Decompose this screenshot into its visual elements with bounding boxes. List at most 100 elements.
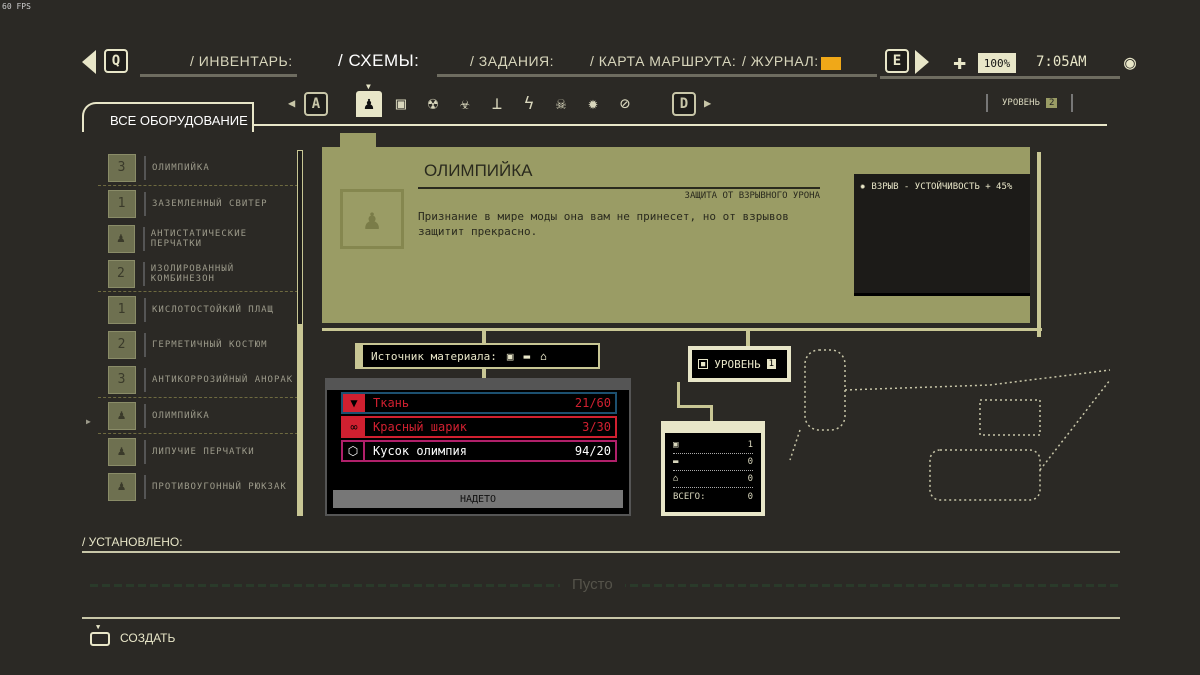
level-indicator: УРОВЕНЬ 2 xyxy=(986,94,1074,112)
explosion-icon[interactable]: ✹ xyxy=(580,91,606,117)
equipment-icon: 1 xyxy=(108,295,136,324)
upgrade-value: 1 xyxy=(766,359,776,369)
divider xyxy=(144,403,146,428)
material-row[interactable]: ▼ Ткань 21/60 xyxy=(341,392,617,414)
equipment-icon: 2 xyxy=(108,259,135,288)
key-indicator: ▼ xyxy=(96,623,101,631)
backpack-icon: ▣ xyxy=(506,349,514,363)
electric-icon[interactable]: ϟ xyxy=(516,91,542,117)
frame-line xyxy=(322,328,1042,331)
material-row[interactable]: ⬡ Кусок олимпия 94/20 xyxy=(341,440,617,462)
level-checkbox[interactable]: ■ xyxy=(698,359,709,369)
tier: 3 xyxy=(117,160,127,175)
tab-tasks[interactable]: / ЗАДАНИЯ: xyxy=(470,53,554,69)
scrollbar[interactable] xyxy=(297,150,303,516)
cloth-icon: ▼ xyxy=(343,394,365,412)
divider xyxy=(144,297,146,322)
item-description: Признание в мире моды она вам не принесе… xyxy=(418,210,789,238)
divider xyxy=(144,474,146,499)
balls-icon: ∞ xyxy=(343,418,365,436)
house-icon: ⌂ xyxy=(540,349,547,363)
prev-tab-key[interactable]: Q xyxy=(104,49,128,73)
material-count: 3/30 xyxy=(582,420,611,434)
car-icon: ▬ xyxy=(523,349,531,363)
total-value: 0 xyxy=(747,491,753,502)
list-item[interactable]: 1 ЗАЗЕМЛЕННЫЙ СВИТЕР xyxy=(98,186,298,221)
tab-route-map[interactable]: / КАРТА МАРШРУТА: xyxy=(590,53,736,69)
level-label: УРОВЕНЬ xyxy=(1002,98,1040,108)
stat-text: ВЗРЫВ - УСТОЙЧИВОСТЬ + 45% xyxy=(871,182,1013,192)
scrollbar-thumb[interactable] xyxy=(297,150,303,325)
backpack-icon: ▣ xyxy=(673,440,679,450)
list-item[interactable]: ♟ ПРОТИВОУГОННЫЙ РЮКЗАК xyxy=(98,469,298,504)
list-item-label: АНТИСТАТИЧЕСКИЕ ПЕРЧАТКИ xyxy=(150,228,248,249)
upgrade-label: УРОВЕНЬ xyxy=(714,357,761,371)
count-value: 0 xyxy=(747,457,753,467)
envelope-icon[interactable] xyxy=(821,57,841,70)
list-item-label: ЗАЗЕМЛЕННЫЙ СВИТЕР xyxy=(152,198,268,209)
prev-tab-arrow[interactable] xyxy=(82,50,96,74)
next-tab-key[interactable]: E xyxy=(885,49,909,73)
item-subtitle: ЗАЩИТА ОТ ВЗРЫВНОГО УРОНА xyxy=(684,191,820,201)
toxic-icon[interactable]: ☠ xyxy=(548,91,574,117)
tab-inventory[interactable]: / ИНВЕНТАРЬ: xyxy=(190,53,293,69)
equipped-bar: НАДЕТО xyxy=(333,490,623,508)
list-item[interactable]: 3 АНТИКОРРОЗИЙНЫЙ АНОРАК xyxy=(98,362,298,397)
list-item-label: ОЛИМПИЙКА xyxy=(152,162,210,173)
list-item[interactable]: ♟ АНТИСТАТИЧЕСКИЕ ПЕРЧАТКИ xyxy=(98,221,298,256)
fps-counter: 60 FPS xyxy=(2,2,31,11)
explosion-icon: ✹ xyxy=(860,182,866,192)
upgrade-level: ■ УРОВЕНЬ 1 xyxy=(688,346,791,382)
equipment-icon: ♟ xyxy=(108,224,135,253)
divider xyxy=(142,261,145,286)
list-item[interactable]: ♟ ЛИПУЧИЕ ПЕРЧАТКИ xyxy=(98,434,298,469)
divider xyxy=(144,332,146,357)
radiation-icon[interactable]: ☢ xyxy=(420,91,446,117)
connector xyxy=(677,405,712,408)
house-icon: ⌂ xyxy=(673,474,679,484)
count-value: 1 xyxy=(747,440,753,450)
next-tab-arrow[interactable] xyxy=(915,50,929,74)
list-item[interactable]: 2 ИЗОЛИРОВАННЫЙ КОМБИНЕЗОН xyxy=(98,256,298,291)
biohazard-icon[interactable]: ☣ xyxy=(452,91,478,117)
list-item[interactable]: ♟ ОЛИМПИЙКА xyxy=(98,398,298,433)
material-row[interactable]: ∞ Красный шарик 3/30 xyxy=(341,416,617,438)
total-label: ВСЕГО: xyxy=(673,491,706,502)
equipment-icon: ♟ xyxy=(108,401,136,430)
next-category-arrow[interactable]: ▶ xyxy=(704,96,711,110)
list-item[interactable]: 3 ОЛИМПИЙКА xyxy=(98,150,298,185)
frame-line xyxy=(1037,152,1041,337)
prev-category-key[interactable]: A xyxy=(304,92,328,116)
divider xyxy=(144,191,146,216)
list-item-label: ЛИПУЧИЕ ПЕРЧАТКИ xyxy=(152,446,255,457)
list-item[interactable]: 1 КИСЛОТОСТОЙКИЙ ПЛАЩ xyxy=(98,292,298,327)
none-icon[interactable]: ⊘ xyxy=(612,91,638,117)
next-category-key[interactable]: D xyxy=(672,92,696,116)
equipment-icon: ♟ xyxy=(108,472,136,501)
create-button[interactable]: СОЗДАТЬ xyxy=(120,631,175,645)
divider xyxy=(140,74,297,77)
tab-schemes[interactable]: / СХЕМЫ: xyxy=(338,51,419,71)
spacebar-icon xyxy=(90,632,110,646)
tier: 3 xyxy=(117,372,127,387)
count-value: 0 xyxy=(747,474,753,484)
stats-panel: ✹ ВЗРЫВ - УСТОЙЧИВОСТЬ + 45% xyxy=(854,174,1030,296)
divider xyxy=(144,367,146,392)
tier: 2 xyxy=(117,337,127,352)
tab-journal[interactable]: / ЖУРНАЛ: xyxy=(742,53,819,69)
suit-icon[interactable]: ♟ xyxy=(356,91,382,117)
health-icon: ✚ xyxy=(953,50,967,75)
list-item[interactable]: 2 ГЕРМЕТИЧНЫЙ КОСТЮМ xyxy=(98,327,298,362)
eye-icon[interactable]: ◉ xyxy=(1124,50,1136,74)
pressure-icon[interactable]: ⊥ xyxy=(484,91,510,117)
installed-label: / УСТАНОВЛЕНО: xyxy=(82,535,183,549)
divider xyxy=(82,551,1120,553)
divider xyxy=(142,226,145,251)
backpack-icon[interactable]: ▣ xyxy=(388,91,414,117)
divider xyxy=(144,439,146,464)
sidebar-title: ВСЕ ОБОРУДОВАНИЕ xyxy=(110,113,248,128)
list-item-label: ИЗОЛИРОВАННЫЙ КОМБИНЕЗОН xyxy=(150,263,235,284)
olympium-icon: ⬡ xyxy=(343,442,365,460)
prev-category-arrow[interactable]: ◀ xyxy=(288,96,295,110)
source-label: Источник материала: xyxy=(371,349,497,363)
